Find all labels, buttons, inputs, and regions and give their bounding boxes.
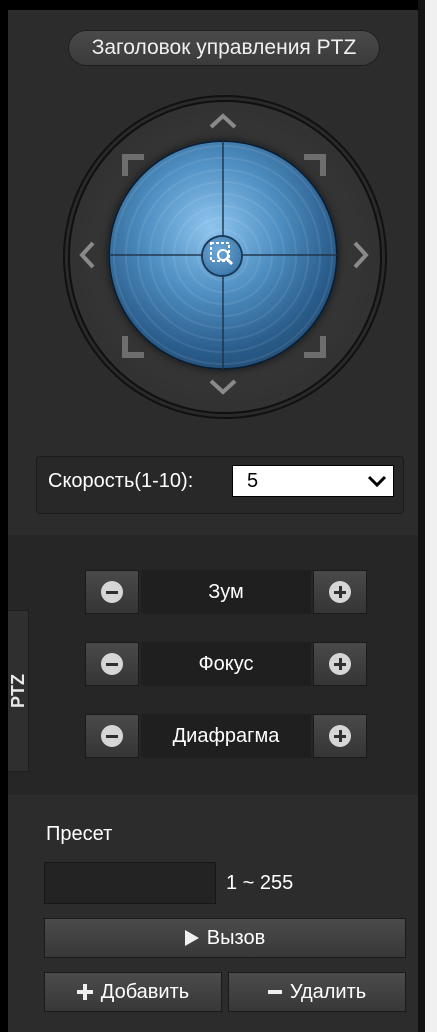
focus-label: Фокус bbox=[141, 642, 311, 686]
plus-circle-icon bbox=[329, 581, 351, 603]
arrow-down-left-icon[interactable] bbox=[118, 332, 148, 362]
zoom-area-button[interactable] bbox=[203, 237, 241, 275]
arrow-down-icon[interactable] bbox=[208, 378, 238, 396]
arrow-down-right-icon[interactable] bbox=[300, 332, 330, 362]
plus-circle-icon bbox=[329, 725, 351, 747]
zoom-in-button[interactable] bbox=[313, 570, 367, 614]
ptz-panel-title: Заголовок управления PTZ bbox=[68, 30, 380, 66]
preset-call-button[interactable]: Вызов bbox=[44, 918, 406, 958]
arrow-up-right-icon[interactable] bbox=[300, 150, 330, 180]
minus-circle-icon bbox=[101, 725, 123, 747]
preset-delete-button[interactable]: Удалить bbox=[228, 972, 406, 1012]
arrow-right-icon[interactable] bbox=[352, 240, 370, 270]
ptz-side-tab[interactable]: PTZ bbox=[8, 610, 29, 772]
chevron-down-icon bbox=[367, 472, 387, 496]
preset-label: Пресет bbox=[46, 823, 113, 845]
ptz-side-tab-label: PTZ bbox=[7, 674, 28, 708]
arrow-up-left-icon[interactable] bbox=[118, 150, 148, 180]
zoom-area-icon bbox=[209, 241, 235, 272]
speed-value: 5 bbox=[247, 469, 259, 492]
window-right-edge bbox=[425, 0, 437, 1032]
zoom-out-button[interactable] bbox=[85, 570, 139, 614]
preset-add-button[interactable]: Добавить bbox=[44, 972, 222, 1012]
zoom-label: Зум bbox=[141, 570, 311, 614]
minus-circle-icon bbox=[101, 581, 123, 603]
minus-circle-icon bbox=[101, 653, 123, 675]
minus-icon bbox=[267, 990, 282, 994]
play-icon bbox=[184, 930, 199, 946]
speed-label: Скорость(1-10): bbox=[48, 470, 194, 492]
focus-control: Фокус bbox=[85, 642, 367, 686]
preset-add-label: Добавить bbox=[100, 980, 190, 1003]
focus-minus-button[interactable] bbox=[85, 642, 139, 686]
speed-select[interactable]: 5 bbox=[232, 465, 394, 497]
iris-control: Диафрагма bbox=[85, 714, 367, 758]
plus-icon bbox=[76, 984, 93, 1000]
plus-circle-icon bbox=[329, 653, 351, 675]
window-left-border bbox=[0, 0, 8, 1032]
window-top-border bbox=[0, 0, 437, 10]
iris-label: Диафрагма bbox=[141, 714, 311, 758]
focus-plus-button[interactable] bbox=[313, 642, 367, 686]
preset-call-label: Вызов bbox=[206, 926, 266, 949]
preset-range-hint: 1 ~ 255 bbox=[226, 872, 294, 894]
iris-minus-button[interactable] bbox=[85, 714, 139, 758]
preset-delete-label: Удалить bbox=[289, 980, 367, 1003]
ptz-panel-title-text: Заголовок управления PTZ bbox=[91, 36, 357, 59]
arrow-up-icon[interactable] bbox=[208, 112, 238, 130]
iris-plus-button[interactable] bbox=[313, 714, 367, 758]
preset-number-input[interactable] bbox=[44, 862, 216, 904]
zoom-control: Зум bbox=[85, 570, 367, 614]
arrow-left-icon[interactable] bbox=[78, 240, 96, 270]
window-right-border bbox=[418, 0, 425, 1032]
